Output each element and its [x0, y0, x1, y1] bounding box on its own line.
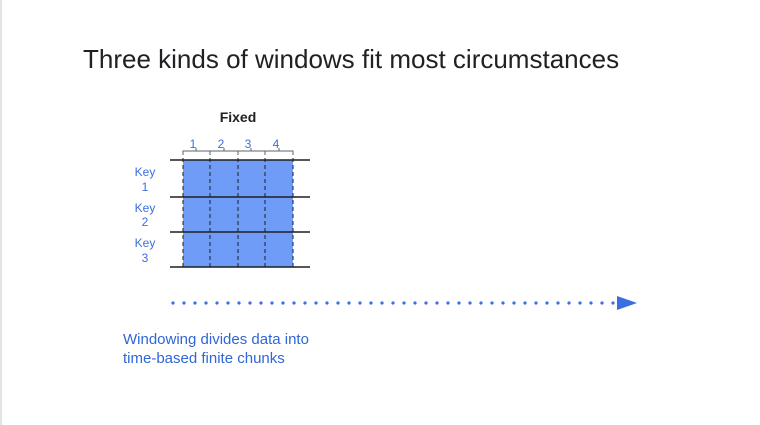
time-arrow-head-icon — [617, 296, 637, 310]
key-label-2-line2: 2 — [142, 215, 149, 229]
key-label-3-line2: 3 — [142, 251, 149, 265]
key-label-3-line1: Key — [135, 236, 156, 250]
caption: Windowing divides data into time-based f… — [123, 330, 383, 368]
window-type-label: Fixed — [220, 109, 257, 125]
key-labels: Key 1 Key 2 Key 3 — [135, 165, 156, 265]
window-number-labels: 1 2 3 4 — [190, 137, 280, 151]
key-label-2-line1: Key — [135, 201, 156, 215]
caption-line-1: Windowing divides data into — [123, 331, 309, 348]
key-label-1-line2: 1 — [142, 180, 149, 194]
key-label-1-line1: Key — [135, 165, 156, 179]
caption-line-2: time-based finite chunks — [123, 350, 285, 367]
